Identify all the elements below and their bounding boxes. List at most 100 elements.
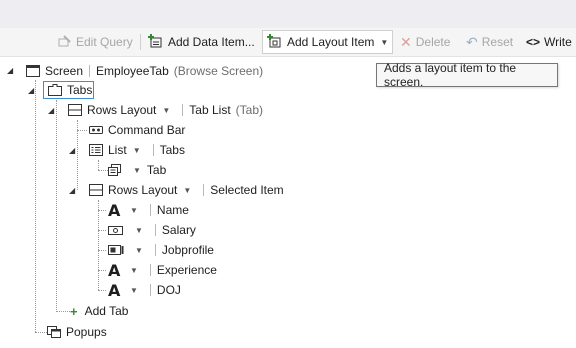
tab-list-type: (Tab)	[235, 103, 263, 117]
tabs-icon	[48, 84, 62, 96]
field-jobprofile: Jobprofile	[161, 243, 214, 257]
tab-icon	[108, 164, 122, 176]
tree-item-field-jobprofile[interactable]: ▼ Jobprofile	[108, 241, 214, 259]
collapse-icon[interactable]: ◢	[48, 106, 54, 115]
divider	[154, 224, 156, 236]
edit-query-button[interactable]: Edit Query	[58, 28, 133, 56]
chevron-down-icon[interactable]: ▼	[162, 106, 170, 115]
screen-icon	[26, 65, 40, 77]
chevron-down-icon[interactable]: ▼	[183, 186, 191, 195]
tooltip: Adds a layout item to the screen.	[376, 61, 558, 89]
chevron-down-icon[interactable]: ▼	[380, 38, 388, 47]
divider	[149, 284, 151, 296]
add-layout-item-button[interactable]: Add Layout Item ▼	[262, 30, 394, 54]
tree-item-field-doj[interactable]: A ▼ DOJ	[108, 280, 181, 300]
chevron-down-icon[interactable]: ▼	[135, 226, 143, 235]
add-layout-item-label: Add Layout Item	[287, 35, 375, 49]
top-band	[0, 0, 576, 28]
popups-icon	[47, 326, 61, 338]
picker-icon	[108, 244, 124, 256]
add-data-item-button[interactable]: Add Data Item...	[148, 28, 255, 56]
collapse-icon[interactable]: ◢	[69, 186, 75, 195]
tree-item-rows-layout-selected[interactable]: Rows Layout ▼ Selected Item	[89, 181, 284, 199]
field-salary: Salary	[161, 223, 196, 237]
tree-item-field-experience[interactable]: A ▼ Experience	[108, 260, 217, 280]
screen-type: (Browse Screen)	[173, 64, 264, 78]
collapse-icon[interactable]: ◢	[69, 146, 75, 155]
chevron-down-icon[interactable]: ▼	[135, 246, 143, 255]
tree-item-rows-layout[interactable]: Rows Layout ▼ Tab List (Tab)	[68, 101, 263, 119]
add-tab-label: Add Tab	[84, 304, 129, 318]
reset-label: Reset	[481, 35, 514, 49]
tree-line	[77, 130, 87, 131]
tree-item-screen[interactable]: Screen EmployeeTab (Browse Screen)	[26, 62, 263, 80]
tab-label: Tab	[146, 163, 167, 177]
collapse-icon[interactable]: ◢	[28, 86, 34, 95]
tree-line	[98, 200, 99, 290]
tab-list-label: Tab List	[189, 103, 231, 117]
reset-icon: ↶	[466, 33, 478, 50]
tree-item-field-salary[interactable]: ▼ Salary	[108, 221, 196, 239]
tree-line	[98, 290, 106, 291]
tree-line	[56, 311, 70, 312]
divider	[203, 184, 205, 196]
popups-label: Popups	[66, 325, 107, 339]
list-label: List	[108, 143, 127, 157]
screen-label: Screen	[45, 64, 84, 78]
reset-button[interactable]: ↶ Reset	[466, 28, 513, 56]
tree-line	[98, 230, 106, 231]
toolbar-separator	[140, 34, 141, 50]
list-source-label: Tabs	[159, 143, 185, 157]
field-doj: DOJ	[156, 283, 181, 297]
list-icon	[89, 144, 103, 156]
chevron-down-icon[interactable]: ▼	[130, 286, 138, 295]
delete-icon: ✕	[400, 33, 412, 50]
field-name: Name	[156, 203, 189, 217]
add-layout-item-icon	[267, 33, 283, 51]
delete-button[interactable]: ✕ Delete	[400, 28, 450, 56]
chevron-down-icon[interactable]: ▼	[130, 266, 138, 275]
tabs-label: Tabs	[67, 83, 93, 97]
tree-line	[35, 80, 36, 332]
write-code-button[interactable]: <> Write	[526, 28, 572, 56]
divider	[182, 104, 184, 116]
text-icon: A	[108, 200, 121, 220]
text-icon: A	[108, 280, 121, 300]
tree-item-list[interactable]: List ▼ Tabs	[89, 141, 185, 159]
add-icon: +	[70, 303, 78, 319]
screen-name: EmployeeTab	[96, 64, 169, 78]
divider	[152, 144, 154, 156]
divider	[149, 264, 151, 276]
delete-label: Delete	[415, 35, 451, 49]
write-code-label: Write	[544, 35, 572, 49]
add-data-item-icon	[148, 33, 164, 51]
tree-line	[98, 270, 106, 271]
command-bar-label: Command Bar	[108, 123, 186, 137]
tree-line	[98, 170, 108, 171]
chevron-down-icon[interactable]: ▼	[133, 166, 141, 175]
command-bar-icon	[89, 124, 103, 136]
tree-line	[98, 160, 99, 170]
tree-item-popups[interactable]: Popups	[47, 323, 107, 341]
tree-line	[56, 100, 57, 312]
tree-line	[98, 250, 106, 251]
text-icon: A	[108, 260, 121, 280]
rows-layout-label: Rows Layout	[108, 183, 178, 197]
collapse-icon[interactable]: ◢	[7, 66, 13, 75]
tree-item-field-name[interactable]: A ▼ Name	[108, 200, 189, 220]
selected-item-label: Selected Item	[210, 183, 284, 197]
rows-layout-icon	[68, 104, 82, 116]
tree-item-command-bar[interactable]: Command Bar	[89, 121, 185, 139]
tree-item-tabs[interactable]: Tabs	[48, 81, 92, 99]
divider	[154, 244, 156, 256]
money-icon	[108, 224, 124, 236]
chevron-down-icon[interactable]: ▼	[130, 206, 138, 215]
edit-query-icon	[58, 34, 72, 51]
divider	[89, 65, 91, 77]
toolbar-separator	[392, 34, 393, 50]
chevron-down-icon[interactable]: ▼	[133, 146, 141, 155]
tree-line	[98, 210, 106, 211]
add-tab-button[interactable]: + Add Tab	[70, 302, 128, 320]
field-experience: Experience	[156, 263, 217, 277]
tree-item-tab[interactable]: ▼ Tab	[108, 161, 166, 179]
